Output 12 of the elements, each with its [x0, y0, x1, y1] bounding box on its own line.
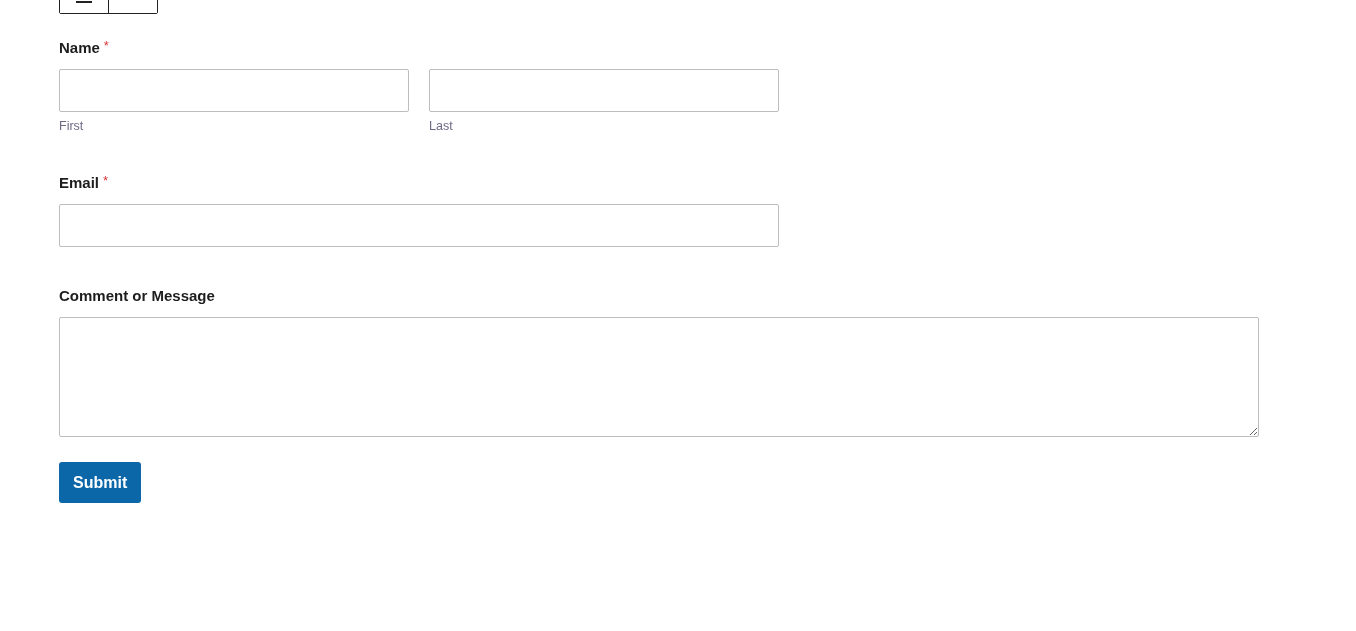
input-field[interactable] — [429, 69, 779, 112]
required-mark: * — [103, 39, 109, 53]
submit-button[interactable]: Submit — [59, 462, 142, 503]
message-field[interactable] — [59, 317, 1259, 437]
field-label: Email — [59, 174, 100, 192]
field-label: Comment or Message — [59, 287, 215, 305]
input-field[interactable] — [59, 204, 779, 247]
sublabel: First — [59, 119, 84, 133]
sublabel: Last — [429, 119, 453, 133]
input-field[interactable] — [59, 69, 409, 112]
field-label: Name — [59, 39, 100, 57]
required-mark: * — [103, 174, 109, 188]
